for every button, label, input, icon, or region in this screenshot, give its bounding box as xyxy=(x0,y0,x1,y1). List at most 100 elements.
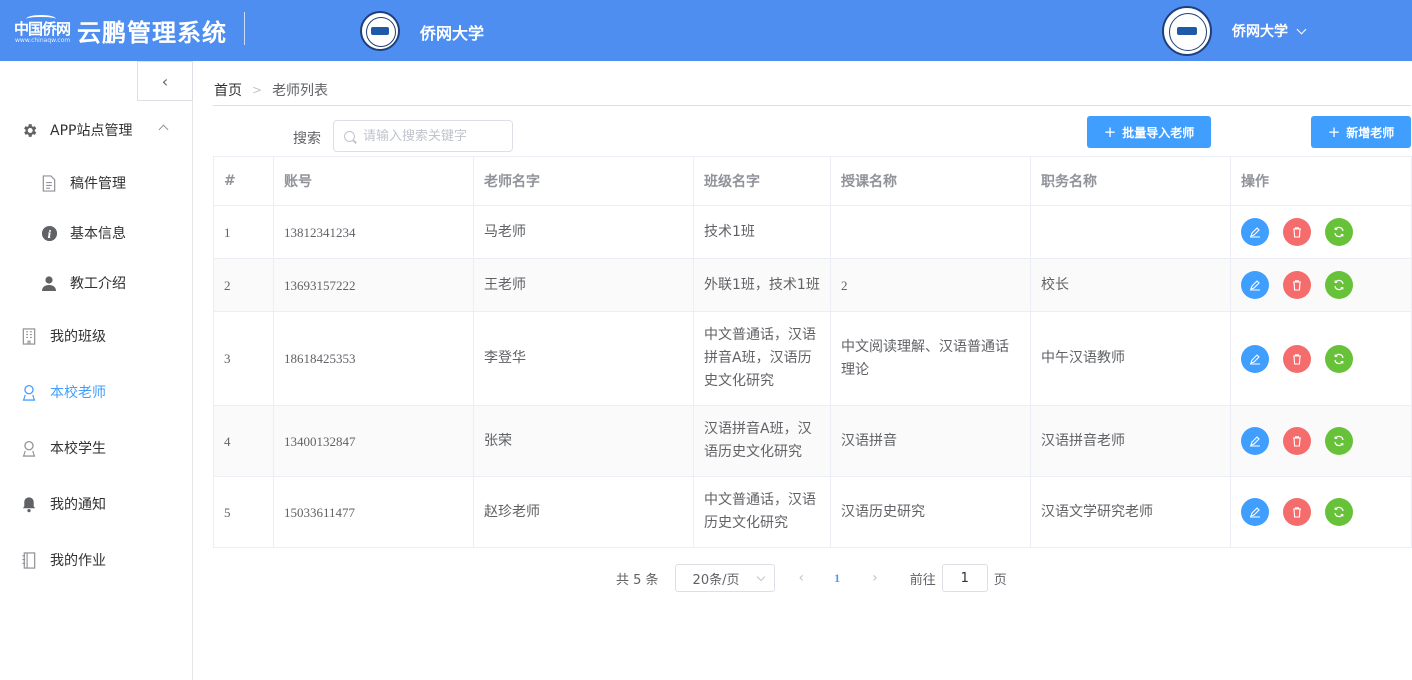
cell-position xyxy=(1030,205,1231,259)
school-name: 侨网大学 xyxy=(420,24,485,43)
chevron-up-icon xyxy=(158,124,169,135)
sidebar-item-manuscripts[interactable]: 稿件管理 xyxy=(0,163,192,203)
cell-course-name: 中文阅读理解、汉语普通话理论 xyxy=(830,311,1031,406)
reset-button[interactable] xyxy=(1325,427,1353,455)
prev-page-button[interactable]: ‹ xyxy=(799,570,805,586)
sidebar-item-app-site[interactable]: APP站点管理 xyxy=(0,110,192,150)
cell-actions xyxy=(1230,258,1412,312)
sidebar-item-school-students[interactable]: 本校学生 xyxy=(0,428,192,468)
breadcrumb-separator-icon: > xyxy=(252,83,263,97)
trash-icon xyxy=(1293,353,1301,365)
plus-icon: + xyxy=(1103,123,1117,141)
button-label: 批量导入老师 xyxy=(1122,125,1195,140)
breadcrumb-divider xyxy=(213,105,1411,106)
search-label: 搜索 xyxy=(293,131,321,147)
table-row: 2 13693157222 王老师 外联1班，技术1班 2 校长 xyxy=(213,258,1412,312)
user-school-seal-icon[interactable] xyxy=(1162,6,1212,56)
pencil-icon xyxy=(1250,353,1260,364)
document-icon xyxy=(40,174,58,192)
delete-button[interactable] xyxy=(1283,218,1311,246)
delete-button[interactable] xyxy=(1283,271,1311,299)
table-header-row: # 账号 老师名字 班级名字 授课名称 职务名称 操作 xyxy=(213,156,1412,206)
pagination: 共 5 条 20条/页 ‹ 1 › 前往 1 页 xyxy=(616,564,1007,592)
edit-button[interactable] xyxy=(1241,271,1269,299)
notebook-icon xyxy=(20,551,38,569)
page-size-select[interactable]: 20条/页 xyxy=(674,564,775,592)
logo-url: www.chinaqw.com xyxy=(15,37,71,44)
search-input[interactable] xyxy=(363,128,503,144)
sidebar: ‹ APP站点管理 稿件管理 i 基本信息 教工介绍 我的班级 本校老师 本校学… xyxy=(0,61,193,680)
pencil-icon xyxy=(1250,436,1260,447)
sidebar-item-school-teachers[interactable]: 本校老师 xyxy=(0,372,192,412)
user-icon xyxy=(40,274,58,292)
sidebar-item-my-homework[interactable]: 我的作业 xyxy=(0,540,192,580)
chevron-left-icon: ‹ xyxy=(161,71,169,91)
cell-index: 4 xyxy=(213,405,274,477)
edit-button[interactable] xyxy=(1241,218,1269,246)
edit-button[interactable] xyxy=(1241,498,1269,526)
chinaqw-logo: 中国侨网 www.chinaqw.com xyxy=(14,15,72,45)
refresh-icon xyxy=(1334,226,1344,238)
reset-button[interactable] xyxy=(1325,344,1353,373)
delete-button[interactable] xyxy=(1283,344,1311,373)
breadcrumb-home[interactable]: 首页 xyxy=(214,80,242,100)
page-number-current[interactable]: 1 xyxy=(834,571,840,586)
cell-account: 13693157222 xyxy=(273,258,474,312)
goto-page-input[interactable]: 1 xyxy=(941,564,988,592)
cell-course-name: 2 xyxy=(830,258,1031,312)
cell-teacher-name: 张荣 xyxy=(473,405,694,477)
sidebar-item-label: 本校老师 xyxy=(50,385,106,401)
school-seal-icon xyxy=(360,11,400,51)
sidebar-item-label: 基本信息 xyxy=(70,226,126,242)
next-page-button[interactable]: › xyxy=(872,570,878,586)
batch-import-teachers-button[interactable]: + 批量导入老师 xyxy=(1087,116,1211,148)
sidebar-item-label: 稿件管理 xyxy=(70,176,126,192)
chevron-down-icon xyxy=(756,572,765,582)
refresh-icon xyxy=(1334,506,1344,518)
column-header-class-name: 班级名字 xyxy=(693,156,831,206)
plus-icon: + xyxy=(1327,123,1341,141)
cell-class-name: 外联1班，技术1班 xyxy=(693,258,831,312)
page-suffix: 页 xyxy=(993,572,1007,588)
pencil-icon xyxy=(1250,227,1260,238)
cell-actions xyxy=(1230,405,1412,477)
delete-button[interactable] xyxy=(1283,427,1311,455)
refresh-icon xyxy=(1334,279,1344,291)
table-row: 5 15033611477 赵珍老师 中文普通话，汉语历史文化研究 汉语历史研究… xyxy=(213,476,1412,548)
sidebar-item-basic-info[interactable]: i 基本信息 xyxy=(0,213,192,253)
cell-teacher-name: 马老师 xyxy=(473,205,694,259)
collapse-sidebar-button[interactable]: ‹ xyxy=(137,61,193,101)
refresh-icon xyxy=(1334,353,1344,364)
cell-account: 15033611477 xyxy=(273,476,474,548)
add-teacher-button[interactable]: + 新增老师 xyxy=(1311,116,1411,148)
cell-class-name: 中文普通话，汉语历史文化研究 xyxy=(693,476,831,548)
trash-icon xyxy=(1293,280,1301,291)
sidebar-item-my-class[interactable]: 我的班级 xyxy=(0,316,192,356)
column-header-teacher-name: 老师名字 xyxy=(473,156,694,206)
school-switcher-label: 侨网大学 xyxy=(1232,24,1288,40)
cell-course-name: 汉语历史研究 xyxy=(830,476,1031,548)
sidebar-item-my-notices[interactable]: 我的通知 xyxy=(0,484,192,524)
cell-index: 1 xyxy=(213,205,274,259)
header-divider xyxy=(244,12,245,45)
app-logo[interactable]: 中国侨网 www.chinaqw.com 云鹏管理系统 xyxy=(14,14,227,47)
edit-button[interactable] xyxy=(1241,344,1269,373)
cell-class-name: 汉语拼音A班，汉语历史文化研究 xyxy=(693,405,831,477)
search-box[interactable] xyxy=(333,120,513,152)
school-switcher[interactable]: 侨网大学 xyxy=(1232,21,1307,41)
cell-account: 13400132847 xyxy=(273,405,474,477)
cell-position: 汉语文学研究老师 xyxy=(1030,476,1231,548)
edit-button[interactable] xyxy=(1241,427,1269,455)
sidebar-item-staff-intro[interactable]: 教工介绍 xyxy=(0,263,192,303)
cell-account: 18618425353 xyxy=(273,311,474,406)
building-icon xyxy=(20,327,38,345)
sidebar-item-label: 我的通知 xyxy=(50,497,106,513)
reset-button[interactable] xyxy=(1325,218,1353,246)
cell-class-name: 技术1班 xyxy=(693,205,831,259)
reset-button[interactable] xyxy=(1325,271,1353,299)
delete-button[interactable] xyxy=(1283,498,1311,526)
gear-icon xyxy=(20,121,38,139)
cell-actions xyxy=(1230,205,1412,259)
column-header-index: # xyxy=(213,156,274,206)
reset-button[interactable] xyxy=(1325,498,1353,526)
